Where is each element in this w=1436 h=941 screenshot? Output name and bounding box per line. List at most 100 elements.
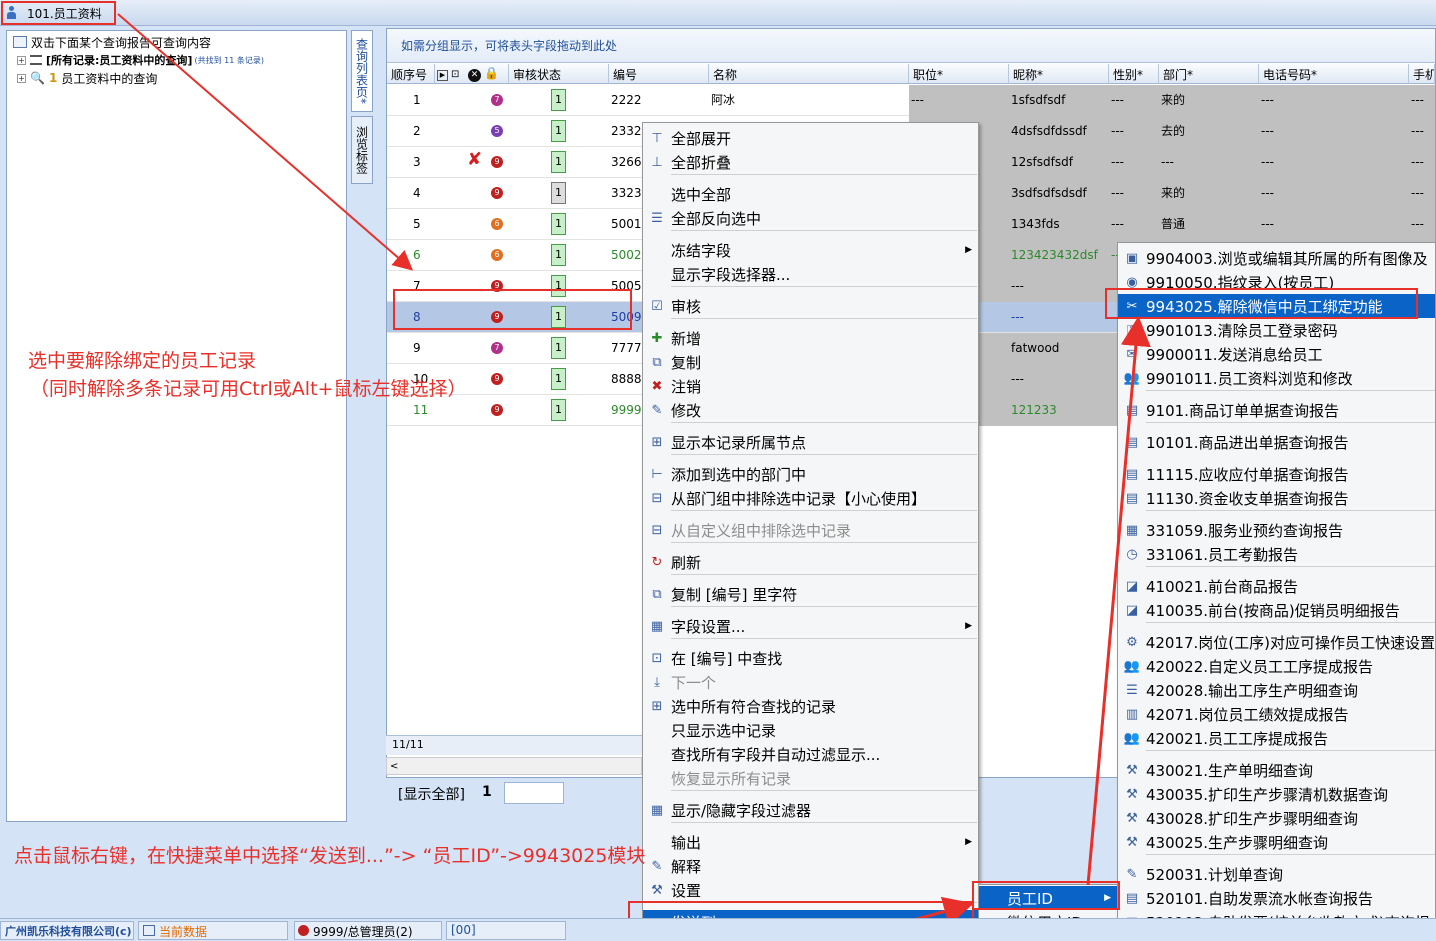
audit-checkbox[interactable]: 1 bbox=[551, 244, 566, 266]
menu-copy-code[interactable]: ⧉ 复制 [编号] 里字符 bbox=[643, 582, 978, 606]
col-name[interactable]: 名称 bbox=[709, 64, 909, 84]
record-count: 11/11 bbox=[386, 735, 642, 755]
menu-audit[interactable]: ☑ 审核 bbox=[643, 294, 978, 318]
col-phone[interactable]: 电话号码* bbox=[1259, 64, 1409, 84]
show-all-button[interactable]: [显示全部] bbox=[398, 784, 465, 804]
menu-find-in-code[interactable]: ⊡ 在 [编号] 中查找 bbox=[643, 646, 978, 670]
cell-code: 5002 bbox=[611, 248, 642, 262]
menu-copy[interactable]: ⧉ 复制 bbox=[643, 350, 978, 374]
module-item[interactable]: ▤ 9101.商品订单单据查询报告 bbox=[1118, 398, 1435, 422]
module-item[interactable]: ⚙ 42017.岗位(工序)对应可操作员工快速设置 bbox=[1118, 630, 1435, 654]
menu-field-chooser[interactable]: 显示字段选择器... bbox=[643, 262, 978, 286]
blank-icon bbox=[649, 770, 665, 786]
module-item[interactable]: ⚒ 430028.扩印生产步骤明细查询 bbox=[1118, 806, 1435, 830]
audit-checkbox[interactable]: 1 bbox=[551, 182, 566, 204]
menu-collapse-all[interactable]: ⊥ 全部折叠 bbox=[643, 150, 978, 174]
audit-checkbox[interactable]: 1 bbox=[551, 337, 566, 359]
audit-checkbox[interactable]: 1 bbox=[551, 368, 566, 390]
window-tab[interactable]: 101.员工资料 bbox=[1, 1, 116, 25]
status-badge: 7 bbox=[491, 342, 503, 354]
message-icon: ✉ bbox=[1126, 346, 1138, 362]
menu-freeze-field[interactable]: 冻结字段 ▶ bbox=[643, 238, 978, 262]
module-item[interactable]: ⚒ 430025.生产步骤明细查询 bbox=[1118, 830, 1435, 854]
menu-separator bbox=[1146, 566, 1435, 567]
menu-show-all[interactable]: 恢复显示所有记录 bbox=[643, 766, 978, 790]
module-item[interactable]: ▤ 10101.商品进出单据查询报告 bbox=[1118, 430, 1435, 454]
menu-find-all-filter[interactable]: 查找所有字段并自动过滤显示... bbox=[643, 742, 978, 766]
menu-settings[interactable]: ⚒ 设置 bbox=[643, 878, 978, 902]
menu-expand-all[interactable]: ⊤ 全部展开 bbox=[643, 126, 978, 150]
audit-checkbox[interactable]: 1 bbox=[551, 89, 566, 111]
module-item[interactable]: ⚿ 9901013.清除员工登录密码 bbox=[1118, 318, 1435, 342]
menu-add-to-dept[interactable]: ⊢ 添加到选中的部门中 bbox=[643, 462, 978, 486]
status-data: 当前数据 bbox=[138, 921, 288, 940]
module-item[interactable]: ▤ 11130.资金收支单据查询报告 bbox=[1118, 486, 1435, 510]
module-item[interactable]: ▦ 331059.服务业预约查询报告 bbox=[1118, 518, 1435, 542]
module-item[interactable]: 👥 420022.自定义员工工序提成报告 bbox=[1118, 654, 1435, 678]
module-item[interactable]: ▥ 42071.岗位员工绩效提成报告 bbox=[1118, 702, 1435, 726]
col-dept[interactable]: 部门* bbox=[1159, 64, 1259, 84]
menu-field-settings[interactable]: ▦ 字段设置... ▶ bbox=[643, 614, 978, 638]
menu-select-found[interactable]: ⊞ 选中所有符合查找的记录 bbox=[643, 694, 978, 718]
module-item[interactable]: ◪ 410021.前台商品报告 bbox=[1118, 574, 1435, 598]
table-row[interactable]: 1 7 1 2222 阿冰 --- 1sfsdfsdf --- 来的 --- --- bbox=[387, 85, 1435, 116]
module-item[interactable]: ⚒ 430021.生产单明细查询 bbox=[1118, 758, 1435, 782]
menu-show-selected[interactable]: 只显示选中记录 bbox=[643, 718, 978, 742]
cell-phone: --- bbox=[1259, 209, 1409, 240]
menu-select-all[interactable]: 选中全部 bbox=[643, 182, 978, 206]
menu-find-next[interactable]: ⤓ 下一个 bbox=[643, 670, 978, 694]
col-mobile[interactable]: 手机 bbox=[1409, 64, 1435, 84]
menu-exclude-dept[interactable]: ⊟ 从部门组中排除选中记录【小心使用】 bbox=[643, 486, 978, 510]
expand-icon[interactable]: + bbox=[17, 73, 26, 83]
menu-explain[interactable]: ✎ 解释 bbox=[643, 854, 978, 878]
blank-icon bbox=[649, 746, 665, 762]
cell-sex: --- bbox=[1109, 116, 1159, 147]
menu-refresh[interactable]: ↻ 刷新 bbox=[643, 550, 978, 574]
menu-exclude-custom[interactable]: ⊟ 从自定义组中排除选中记录 bbox=[643, 518, 978, 542]
audit-checkbox[interactable]: 1 bbox=[551, 151, 566, 173]
col-icons[interactable]: ▶ ⊡ ✕ 🔒 bbox=[435, 64, 509, 84]
page-input[interactable] bbox=[504, 782, 564, 804]
module-item[interactable]: ▣ 9904003.浏览或编辑其所属的所有图像及 bbox=[1118, 246, 1435, 270]
menu-show-node[interactable]: ⊞ 显示本记录所属节点 bbox=[643, 430, 978, 454]
menu-toggle-filter[interactable]: ▦ 显示/隐藏字段过滤器 bbox=[643, 798, 978, 822]
module-item[interactable]: ✎ 520031.计划单查询 bbox=[1118, 862, 1435, 886]
reject-icon: ✘ bbox=[467, 149, 483, 170]
module-item[interactable]: 👥 9901011.员工资料浏览和修改 bbox=[1118, 366, 1435, 390]
expand-icon[interactable]: + bbox=[17, 55, 26, 65]
status-data-label: 当前数据 bbox=[159, 925, 208, 939]
col-seq[interactable]: 顺序号 bbox=[387, 64, 435, 84]
menu-edit[interactable]: ✎ 修改 bbox=[643, 398, 978, 422]
module-item[interactable]: ✉ 9900011.发送消息给员工 bbox=[1118, 342, 1435, 366]
menu-invert-selection[interactable]: ☰ 全部反向选中 bbox=[643, 206, 978, 230]
tab-browse[interactable]: 浏览标签 bbox=[351, 116, 373, 184]
menu-output[interactable]: 输出 ▶ bbox=[643, 830, 978, 854]
audit-checkbox[interactable]: 1 bbox=[551, 399, 566, 421]
module-item[interactable]: 👥 420021.员工工序提成报告 bbox=[1118, 726, 1435, 750]
report-icon: ▤ bbox=[1125, 466, 1139, 482]
col-position[interactable]: 职位* bbox=[909, 64, 1009, 84]
menu-add[interactable]: ✚ 新增 bbox=[643, 326, 978, 350]
col-nickname[interactable]: 昵称* bbox=[1009, 64, 1109, 84]
module-item[interactable]: ☰ 420028.输出工序生产明细查询 bbox=[1118, 678, 1435, 702]
audit-checkbox[interactable]: 1 bbox=[551, 213, 566, 235]
module-item[interactable]: ◷ 331061.员工考勤报告 bbox=[1118, 542, 1435, 566]
audit-checkbox[interactable]: 1 bbox=[551, 120, 566, 142]
col-status[interactable]: 审核状态 bbox=[509, 64, 609, 84]
horizontal-scrollbar[interactable]: < bbox=[386, 757, 642, 775]
col-code[interactable]: 编号 bbox=[609, 64, 709, 84]
cell-dept: 来的 bbox=[1159, 178, 1259, 209]
module-item[interactable]: ◪ 410035.前台(按商品)促销员明细报告 bbox=[1118, 598, 1435, 622]
menu-cancel[interactable]: ✖ 注销 bbox=[643, 374, 978, 398]
tree-node-query[interactable]: + 🔍 1 员工资料中的查询 bbox=[17, 69, 157, 87]
tab-query-list[interactable]: 查询列表页* bbox=[351, 30, 373, 112]
module-item-label: 410035.前台(按商品)促销员明细报告 bbox=[1146, 601, 1400, 620]
col-sex[interactable]: 性别* bbox=[1109, 64, 1159, 84]
tree-node-all[interactable]: + [所有记录:员工资料中的查询] (共找到 11 条记录) bbox=[17, 51, 264, 69]
module-item[interactable]: ▤ 520101.自助发票流水帐查询报告 bbox=[1118, 886, 1435, 910]
report-icon: ▤ bbox=[1125, 402, 1139, 418]
module-item-label: 430028.扩印生产步骤明细查询 bbox=[1146, 809, 1359, 828]
scroll-left-icon[interactable]: < bbox=[387, 761, 398, 772]
module-item[interactable]: ⚒ 430035.扩印生产步骤清机数据查询 bbox=[1118, 782, 1435, 806]
module-item[interactable]: ▤ 11115.应收应付单据查询报告 bbox=[1118, 462, 1435, 486]
